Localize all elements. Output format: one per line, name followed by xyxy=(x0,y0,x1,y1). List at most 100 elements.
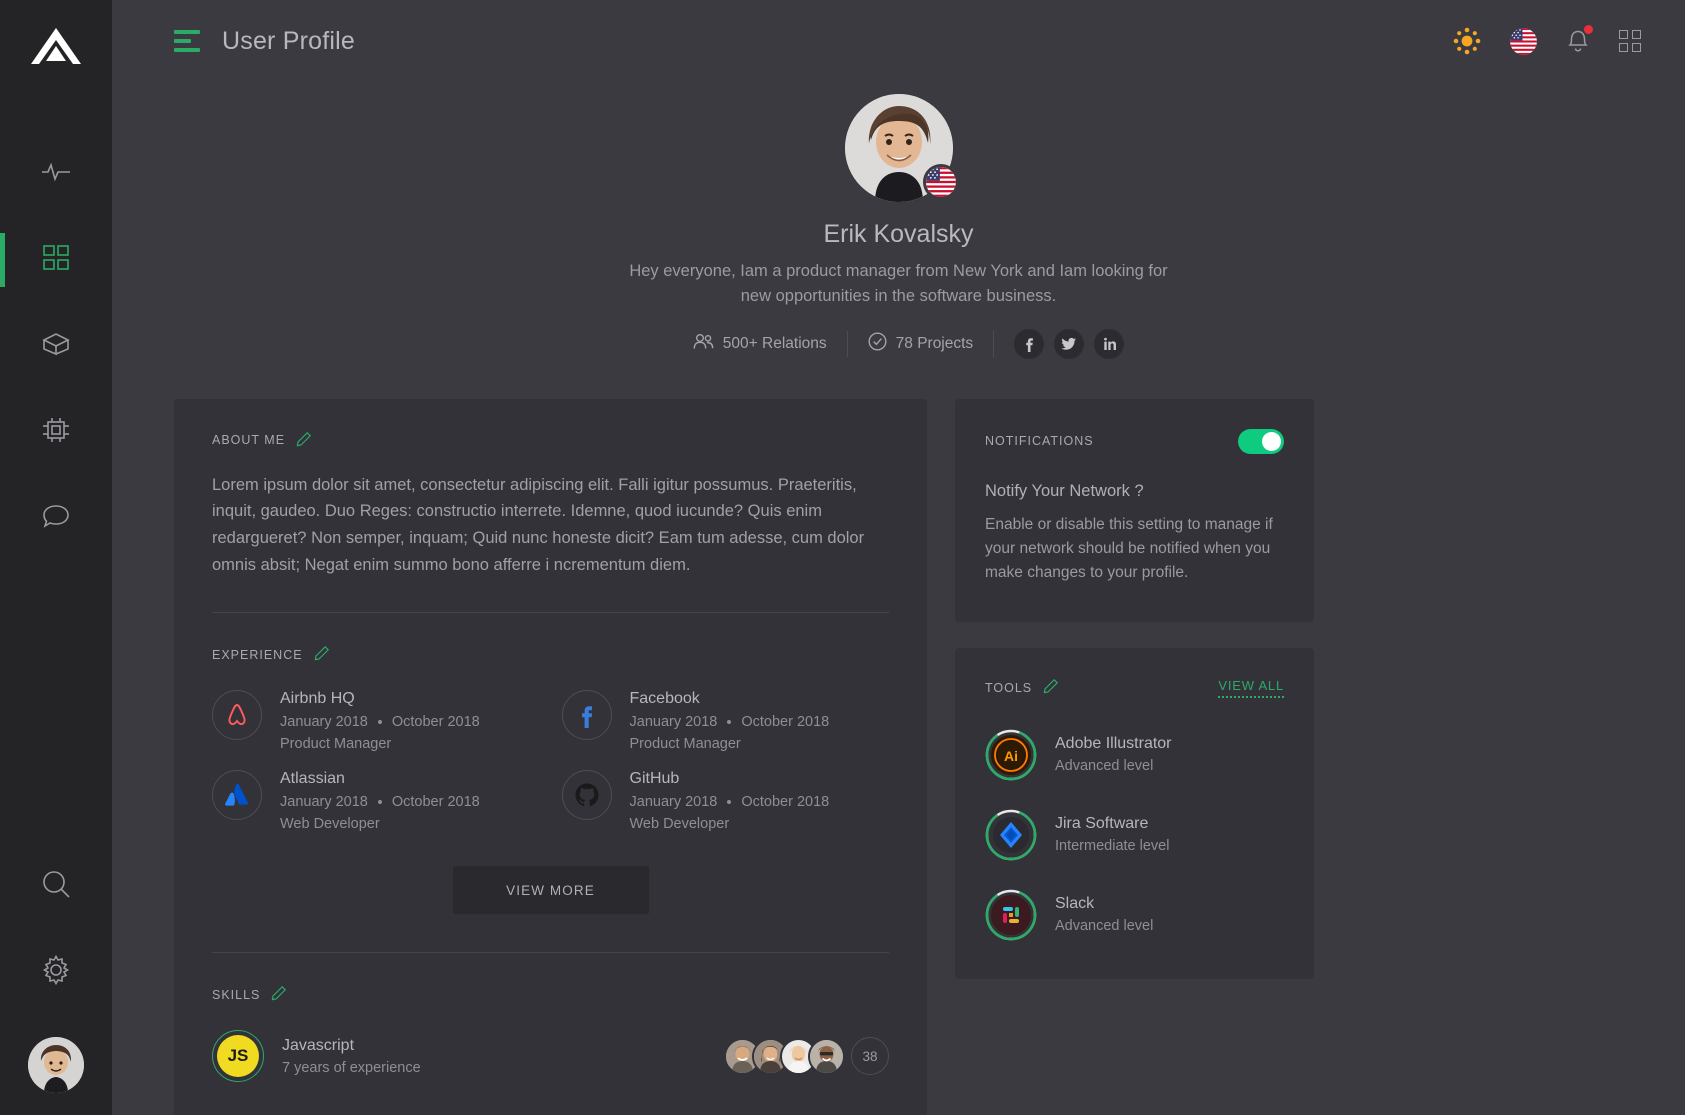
date-separator-dot xyxy=(377,800,382,805)
view-all-link[interactable]: VIEW ALL xyxy=(1218,678,1284,699)
notifications-question: Notify Your Network ? xyxy=(985,481,1144,500)
triangle-logo[interactable] xyxy=(29,26,83,73)
about-text: Lorem ipsum dolor sit amet, consectetur … xyxy=(212,475,865,574)
main-content: User Profile Erik Kovalsky Hey everyone,… xyxy=(112,0,1685,1115)
pencil-icon[interactable] xyxy=(314,645,330,664)
sidebar-item-search[interactable] xyxy=(0,843,112,929)
experience-company: Atlassian xyxy=(280,770,345,788)
content-area: ABOUT ME Lorem ipsum dolor sit amet, con… xyxy=(112,359,1685,1115)
experience-role: Product Manager xyxy=(629,736,741,753)
sidebar-item-messages[interactable] xyxy=(0,475,112,561)
profile-details-card: ABOUT ME Lorem ipsum dolor sit amet, con… xyxy=(174,398,927,1115)
profile-bio: Hey everyone, Iam a product manager from… xyxy=(629,262,1168,305)
tools-header: TOOLS VIEW ALL xyxy=(985,678,1284,699)
experience-start: January 2018 xyxy=(629,714,718,731)
experience-company: Airbnb HQ xyxy=(280,690,355,708)
date-separator-dot xyxy=(727,720,732,725)
sidebar-item-dashboard[interactable] xyxy=(0,217,112,303)
stat-relations[interactable]: 500+ Relations xyxy=(673,333,847,355)
experience-dates: January 2018 October 2018 xyxy=(280,714,480,730)
experience-list: Airbnb HQ January 2018 October 2018 Prod… xyxy=(212,690,889,832)
experience-start: January 2018 xyxy=(280,714,368,731)
chat-bubble-icon xyxy=(42,504,70,533)
grid-icon[interactable] xyxy=(1619,30,1641,52)
page-title: User Profile xyxy=(222,26,355,55)
experience-end: October 2018 xyxy=(741,794,830,811)
experience-end: October 2018 xyxy=(391,714,480,731)
linkedin-icon[interactable] xyxy=(1094,328,1125,359)
grid-squares-icon xyxy=(43,244,69,276)
javascript-icon: JS xyxy=(212,1030,264,1083)
experience-item[interactable]: Atlassian January 2018 October 2018 Web … xyxy=(212,770,540,832)
facebook-logo-icon xyxy=(561,690,612,741)
gear-icon xyxy=(41,954,71,990)
view-more-button[interactable]: VIEW MORE xyxy=(452,866,649,915)
endorser-count-badge[interactable]: 38 xyxy=(851,1037,889,1076)
sidebar-item-hardware[interactable] xyxy=(0,389,112,475)
tool-info: Jira Software Intermediate level xyxy=(1055,815,1169,854)
jira-icon xyxy=(991,815,1031,855)
tool-name: Adobe Illustrator xyxy=(1055,735,1172,753)
about-section-header: ABOUT ME xyxy=(212,431,889,450)
tools-card: TOOLS VIEW ALL Ai Adobe Illustrator Adva… xyxy=(955,647,1314,979)
stat-relations-label: 500+ Relations xyxy=(722,334,827,352)
tool-level: Advanced level xyxy=(1055,918,1154,935)
notifications-toggle[interactable] xyxy=(1238,428,1284,454)
experience-end: October 2018 xyxy=(391,794,480,811)
adobe-illustrator-icon: Ai xyxy=(991,734,1031,775)
profile-avatar-wrap xyxy=(844,94,959,202)
twitter-icon[interactable] xyxy=(1054,328,1085,359)
experience-role: Web Developer xyxy=(629,816,730,833)
top-header: User Profile xyxy=(112,0,1685,82)
search-icon xyxy=(41,869,71,904)
experience-dates: January 2018 October 2018 xyxy=(630,714,830,730)
experience-company: Facebook xyxy=(629,690,700,708)
notification-badge-dot xyxy=(1584,25,1593,34)
experience-item[interactable]: Airbnb HQ January 2018 October 2018 Prod… xyxy=(212,690,540,752)
tool-info: Adobe Illustrator Advanced level xyxy=(1055,735,1172,774)
sidebar-nav xyxy=(0,131,112,561)
tools-heading: TOOLS xyxy=(985,681,1033,696)
sun-icon[interactable] xyxy=(1452,26,1482,56)
tool-info: Slack Advanced level xyxy=(1055,895,1153,934)
pencil-icon[interactable] xyxy=(1043,678,1059,699)
avatar[interactable] xyxy=(28,1037,84,1093)
pencil-icon[interactable] xyxy=(271,985,287,1004)
facebook-icon[interactable] xyxy=(1014,328,1045,359)
experience-item-body: Facebook January 2018 October 2018 Produ… xyxy=(630,690,830,752)
experience-item-body: Airbnb HQ January 2018 October 2018 Prod… xyxy=(280,690,480,752)
experience-role: Web Developer xyxy=(280,816,380,833)
sidebar-item-settings[interactable] xyxy=(0,929,112,1015)
endorser-avatar[interactable] xyxy=(808,1037,845,1075)
left-column: ABOUT ME Lorem ipsum dolor sit amet, con… xyxy=(174,398,927,1115)
tool-item[interactable]: Ai Adobe Illustrator Advanced level xyxy=(985,729,1284,781)
tool-level: Advanced level xyxy=(1055,758,1154,775)
profile-name: Erik Kovalsky xyxy=(823,220,974,248)
endorser-avatars: 38 xyxy=(724,1037,889,1076)
notifications-header: NOTIFICATIONS xyxy=(985,428,1284,454)
stat-projects[interactable]: 78 Projects xyxy=(848,331,994,356)
svg-text:Ai: Ai xyxy=(1004,748,1018,764)
experience-heading: EXPERIENCE xyxy=(212,647,303,662)
experience-item[interactable]: Facebook January 2018 October 2018 Produ… xyxy=(561,690,890,752)
notifications-card: NOTIFICATIONS Notify Your Network ? Enab… xyxy=(955,398,1314,622)
tool-item[interactable]: Jira Software Intermediate level xyxy=(985,809,1284,861)
experience-item-body: Atlassian January 2018 October 2018 Web … xyxy=(280,770,480,832)
pencil-icon[interactable] xyxy=(296,431,312,450)
tool-item[interactable]: Slack Advanced level xyxy=(985,889,1284,941)
profile-stats: 500+ Relations 78 Projects xyxy=(112,328,1685,359)
profile-country-flag xyxy=(922,164,959,200)
sidebar-item-packages[interactable] xyxy=(0,303,112,389)
skill-experience: 7 years of experience xyxy=(282,1059,421,1076)
notifications-heading: NOTIFICATIONS xyxy=(985,434,1094,448)
us-flag-icon[interactable] xyxy=(1510,27,1537,55)
tool-progress-ring: Ai xyxy=(985,729,1037,781)
experience-item[interactable]: GitHub January 2018 October 2018 Web Dev… xyxy=(561,770,890,833)
tool-name: Slack xyxy=(1055,895,1095,913)
experience-section-header: EXPERIENCE xyxy=(212,645,889,664)
sidebar-item-activity[interactable] xyxy=(0,131,112,217)
hamburger-icon[interactable] xyxy=(174,30,200,52)
bell-icon[interactable] xyxy=(1565,25,1593,56)
skill-info: Javascript 7 years of experience xyxy=(282,1037,421,1076)
about-heading: ABOUT ME xyxy=(212,433,286,447)
